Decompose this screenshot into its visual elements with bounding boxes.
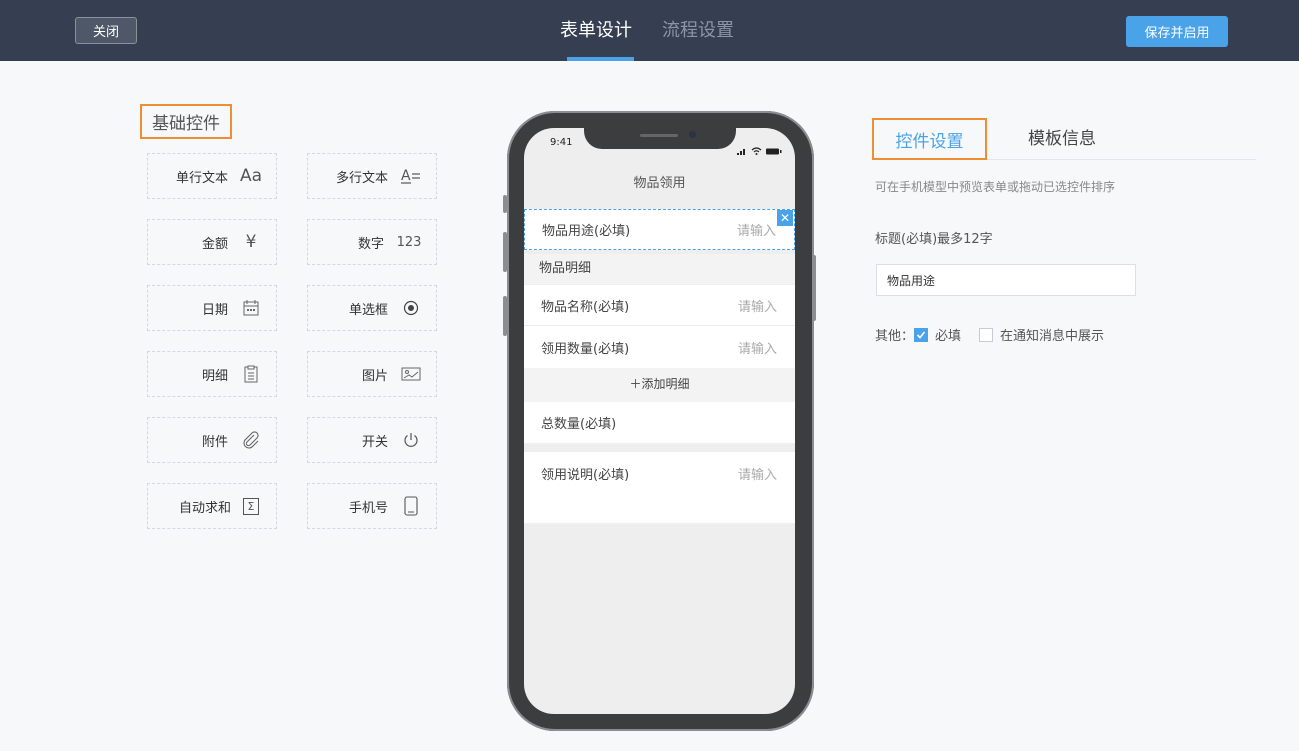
control-switch[interactable]: 开关 <box>307 417 437 463</box>
control-label: 金额 <box>202 233 228 252</box>
other-options: 其他： 必填 在通知消息中展示 <box>875 325 1104 344</box>
field-placeholder: 请输入 <box>738 338 777 357</box>
control-label: 明细 <box>202 365 228 384</box>
checkmark-icon <box>916 330 926 340</box>
calendar-icon <box>240 297 262 319</box>
field-label: 物品用途(必填) <box>542 220 630 239</box>
multiline-text-icon: A <box>400 165 422 187</box>
power-icon <box>400 429 422 451</box>
control-label: 数字 <box>358 233 384 252</box>
notify-label: 在通知消息中展示 <box>1000 325 1104 344</box>
required-checkbox[interactable] <box>914 328 928 342</box>
control-label: 手机号 <box>349 497 388 516</box>
tab-control-settings[interactable]: 控件设置 <box>872 118 987 160</box>
form-field-description[interactable]: 领用说明(必填) 请输入 <box>524 452 795 523</box>
remove-field-close-icon[interactable]: ✕ <box>777 210 793 226</box>
tab-underline <box>987 159 1256 160</box>
control-label: 日期 <box>202 299 228 318</box>
field-placeholder: 请输入 <box>738 464 777 483</box>
wifi-icon <box>751 140 762 159</box>
other-label: 其他： <box>875 325 914 344</box>
field-label: 物品名称(必填) <box>541 296 629 315</box>
form-field-purpose[interactable]: 物品用途(必填) 请输入 <box>524 209 795 250</box>
control-number[interactable]: 数字 123 <box>307 219 437 265</box>
yen-icon: ¥ <box>240 231 262 253</box>
top-tabs: 表单设计 流程设置 <box>560 0 764 61</box>
phone-side-button <box>503 296 507 336</box>
clipboard-icon <box>240 363 262 385</box>
close-button[interactable]: 关闭 <box>75 17 137 44</box>
signal-icon <box>737 140 747 159</box>
title-input[interactable] <box>876 264 1136 296</box>
add-detail-button[interactable]: ＋添加明细 <box>524 368 795 402</box>
control-label: 开关 <box>362 431 388 450</box>
form-field-total[interactable]: 总数量(必填) <box>524 402 795 443</box>
control-mobile-number[interactable]: 手机号 <box>307 483 437 529</box>
field-label: 总数量(必填) <box>541 413 616 432</box>
field-label: 领用说明(必填) <box>541 464 629 483</box>
field-placeholder: 请输入 <box>738 296 777 315</box>
control-radio[interactable]: 单选框 <box>307 285 437 331</box>
tab-template-info[interactable]: 模板信息 <box>1028 124 1096 149</box>
mobile-icon <box>400 495 422 517</box>
sigma-icon: Σ <box>243 498 259 515</box>
control-detail[interactable]: 明细 <box>147 351 277 397</box>
control-image[interactable]: 图片 <box>307 351 437 397</box>
required-label: 必填 <box>935 325 961 344</box>
image-icon <box>400 363 422 385</box>
phone-side-button <box>503 195 507 213</box>
settings-hint: 可在手机模型中预览表单或拖动已选控件排序 <box>875 178 1115 195</box>
number-icon: 123 <box>396 231 422 253</box>
text-aa-icon: Aa <box>240 165 262 187</box>
control-attachment[interactable]: 附件 <box>147 417 277 463</box>
phone-speaker <box>640 134 678 137</box>
radio-icon <box>400 297 422 319</box>
paperclip-icon <box>240 429 262 451</box>
control-amount[interactable]: 金额 ¥ <box>147 219 277 265</box>
notify-checkbox[interactable] <box>979 328 993 342</box>
phone-side-button <box>812 255 816 321</box>
tab-form-design[interactable]: 表单设计 <box>560 0 632 61</box>
control-label: 单选框 <box>349 299 388 318</box>
status-time: 9:41 <box>550 137 572 148</box>
control-label: 多行文本 <box>336 167 388 186</box>
control-label: 单行文本 <box>176 167 228 186</box>
svg-text:A: A <box>401 168 411 184</box>
palette-title: 基础控件 <box>140 104 232 139</box>
top-bar: 关闭 表单设计 流程设置 保存并启用 <box>0 0 1299 61</box>
battery-icon <box>766 140 782 159</box>
form-field-quantity[interactable]: 领用数量(必填) 请输入 <box>524 326 795 368</box>
phone-side-button <box>503 232 507 272</box>
control-label: 自动求和 <box>179 497 231 516</box>
field-label: 领用数量(必填) <box>541 338 629 357</box>
form-title: 物品领用 <box>524 172 795 191</box>
status-icons <box>737 140 782 159</box>
field-placeholder: 请输入 <box>737 220 776 239</box>
phone-camera <box>689 131 696 138</box>
form-field-item-name[interactable]: 物品名称(必填) 请输入 <box>524 285 795 325</box>
control-label: 图片 <box>362 365 388 384</box>
title-field-label: 标题(必填)最多12字 <box>875 228 993 247</box>
control-single-line-text[interactable]: 单行文本 Aa <box>147 153 277 199</box>
control-date[interactable]: 日期 <box>147 285 277 331</box>
tab-process-settings[interactable]: 流程设置 <box>662 0 734 61</box>
control-auto-sum[interactable]: 自动求和 Σ <box>147 483 277 529</box>
save-and-enable-button[interactable]: 保存并启用 <box>1126 16 1228 47</box>
detail-group-header: 物品明细 <box>524 254 795 284</box>
phone-notch <box>584 128 736 149</box>
control-multi-line-text[interactable]: 多行文本 A <box>307 153 437 199</box>
control-label: 附件 <box>202 431 228 450</box>
